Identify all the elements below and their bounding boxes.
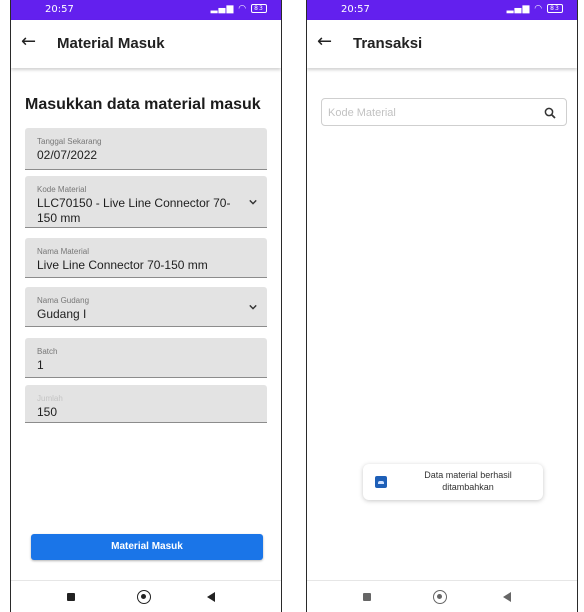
form-heading: Masukkan data material masuk — [25, 96, 261, 113]
back-arrow-icon[interactable]: ← — [317, 32, 332, 52]
toast-message: Data material berhasil ditambahkan — [424, 470, 512, 492]
back-arrow-icon[interactable]: ← — [21, 32, 36, 52]
field-value: 02/07/2022 — [37, 148, 98, 162]
material-name-field[interactable]: Nama Material Live Line Connector 70-150… — [25, 238, 267, 278]
status-icons: ▂▄▆ ◠ 83 — [211, 4, 267, 14]
app-bar: ← Transaksi — [307, 20, 577, 68]
chevron-down-icon — [249, 199, 257, 205]
field-value: Live Line Connector 70-150 mm — [37, 258, 208, 272]
home-icon[interactable] — [433, 590, 447, 604]
signal-icon: ▂▄▆ — [506, 4, 531, 14]
status-time: 20:57 — [341, 4, 370, 15]
material-code-dropdown[interactable]: Kode Material LLC70150 - Live Line Conne… — [25, 176, 267, 228]
status-bar: 20:57 ▂▄▆ ◠ 83 — [307, 0, 577, 20]
nav-back-icon[interactable] — [503, 592, 511, 602]
status-time: 20:57 — [45, 4, 74, 15]
field-label: Nama Gudang — [37, 296, 90, 305]
field-value: 1 — [37, 358, 44, 372]
recent-apps-icon[interactable] — [67, 593, 75, 601]
warehouse-dropdown[interactable]: Nama Gudang Gudang I — [25, 287, 267, 327]
status-icons: ▂▄▆ ◠ 83 — [507, 4, 563, 14]
quantity-field[interactable]: Jumlah 150 — [25, 385, 267, 423]
wifi-icon: ◠ — [534, 4, 544, 14]
page-title: Material Masuk — [57, 35, 165, 52]
home-icon[interactable] — [137, 590, 151, 604]
system-nav-bar — [11, 580, 281, 612]
date-field[interactable]: Tanggal Sekarang 02/07/2022 — [25, 128, 267, 170]
app-bar: ← Material Masuk — [11, 20, 281, 68]
page-title: Transaksi — [353, 35, 423, 52]
toast-notification: Data material berhasil ditambahkan — [363, 464, 543, 500]
field-label: Nama Material — [37, 247, 90, 256]
nav-back-icon[interactable] — [207, 592, 215, 602]
batch-field[interactable]: Batch 1 — [25, 338, 267, 378]
system-nav-bar — [307, 580, 577, 612]
app-icon — [375, 476, 387, 488]
phone-screen-transaksi: 20:57 ▂▄▆ ◠ 83 ← Transaksi Data material… — [306, 0, 578, 612]
field-label: Jumlah — [37, 394, 63, 403]
field-label: Kode Material — [37, 185, 87, 194]
wifi-icon: ◠ — [238, 4, 248, 14]
search-input[interactable] — [328, 103, 528, 123]
phone-screen-material-masuk: 20:57 ▂▄▆ ◠ 83 ← Material Masuk Masukkan… — [10, 0, 282, 612]
field-value: Gudang I — [37, 307, 87, 321]
field-label: Batch — [37, 347, 58, 356]
battery-icon: 83 — [547, 4, 563, 13]
material-masuk-button[interactable]: Material Masuk — [31, 534, 263, 560]
recent-apps-icon[interactable] — [363, 593, 371, 601]
chevron-down-icon — [249, 304, 257, 310]
search-box — [321, 98, 567, 126]
field-label: Tanggal Sekarang — [37, 137, 102, 146]
battery-icon: 83 — [251, 4, 267, 13]
signal-icon: ▂▄▆ — [210, 4, 235, 14]
field-value: 150 — [37, 405, 58, 419]
field-value: LLC70150 - Live Line Connector 70-150 mm — [37, 196, 231, 225]
status-bar: 20:57 ▂▄▆ ◠ 83 — [11, 0, 281, 20]
search-icon[interactable] — [544, 107, 556, 119]
